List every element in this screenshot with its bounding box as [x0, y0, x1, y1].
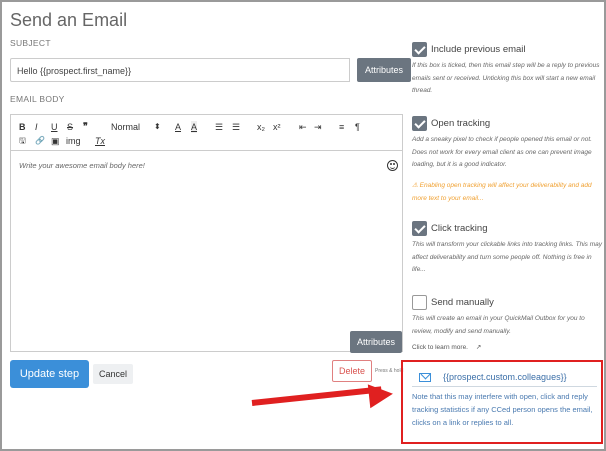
cc-divider — [412, 386, 597, 387]
open-tracking-checkbox[interactable] — [412, 116, 427, 131]
strike-button[interactable]: S — [67, 121, 73, 133]
font-color-icon[interactable]: A — [175, 121, 181, 133]
subject-label: SUBJECT — [10, 38, 51, 48]
update-step-button[interactable]: Update step — [10, 360, 89, 388]
cc-variable[interactable]: {{prospect.custom.colleagues}} — [443, 372, 567, 382]
indent-icon[interactable]: ⇥ — [314, 121, 322, 133]
editor-toolbar: B I U S ❞ Normal ⬍ A A ☰ ☰ x₂ x² ⇤ ⇥ ≡ ¶… — [11, 115, 402, 151]
italic-button[interactable]: I — [35, 121, 38, 133]
ordered-list-icon[interactable]: ☰ — [215, 121, 223, 133]
press-hold-hint: Press & hold — [375, 368, 404, 374]
include-previous-desc: If this box is ticked, then this email s… — [412, 62, 600, 94]
subject-attributes-button[interactable]: Attributes — [357, 58, 411, 82]
email-body-editor[interactable]: B I U S ❞ Normal ⬍ A A ☰ ☰ x₂ x² ⇤ ⇥ ≡ ¶… — [10, 114, 403, 353]
learn-more-link[interactable]: Click to learn more. ↗ — [412, 343, 481, 351]
bullet-list-icon[interactable]: ☰ — [232, 121, 240, 133]
send-manually-title: Send manually — [431, 297, 494, 308]
include-previous-checkbox[interactable] — [412, 42, 427, 57]
subject-row: Hello {{prospect.first_name}} Attributes — [10, 58, 411, 82]
email-step-editor: Send an Email SUBJECT Hello {{prospect.f… — [0, 0, 606, 451]
text-style-arrow-icon: ⬍ — [154, 122, 161, 131]
subject-input[interactable]: Hello {{prospect.first_name}} — [10, 58, 350, 82]
click-tracking-title: Click tracking — [431, 223, 488, 234]
blockquote-icon[interactable]: ❞ — [83, 120, 88, 132]
send-manually-desc: This will create an email in your QuickM… — [412, 315, 585, 335]
text-style-select[interactable]: Normal — [111, 121, 140, 133]
learn-more-text: Click to learn more. — [412, 344, 468, 351]
open-tracking-title: Open tracking — [431, 118, 491, 129]
annotation-arrow-shaft — [251, 386, 382, 406]
save-icon[interactable]: 🖫 — [19, 135, 26, 147]
click-tracking-checkbox[interactable] — [412, 221, 427, 236]
link-icon[interactable]: 🔗 — [35, 135, 45, 147]
include-previous-title: Include previous email — [431, 44, 526, 55]
editor-placeholder: Write your awesome email body here! — [19, 161, 145, 170]
open-tracking-desc: Add a sneaky pixel to check if people op… — [412, 136, 592, 168]
bold-button[interactable]: B — [19, 121, 26, 133]
clear-format-icon[interactable]: Tx — [95, 135, 105, 147]
page-title: Send an Email — [10, 10, 128, 30]
image-icon[interactable]: ▣ — [51, 135, 60, 147]
outdent-icon[interactable]: ⇤ — [299, 121, 307, 133]
emoji-icon[interactable] — [387, 160, 398, 171]
external-link-icon: ↗ — [475, 344, 482, 351]
delete-button[interactable]: Delete — [332, 360, 372, 382]
rtl-icon[interactable]: ¶ — [355, 121, 360, 133]
subscript-icon[interactable]: x₂ — [257, 121, 265, 133]
cancel-button[interactable]: Cancel — [93, 364, 133, 384]
align-icon[interactable]: ≡ — [339, 121, 344, 133]
cc-note: Note that this may interfere with open, … — [412, 392, 593, 427]
body-attributes-button[interactable]: Attributes — [350, 331, 402, 353]
mail-icon — [419, 373, 431, 382]
open-tracking-warning: ⚠ Enabling open tracking will affect you… — [412, 182, 592, 202]
click-tracking-desc: This will transform your clickable links… — [412, 241, 602, 273]
cc-highlight-box: {{prospect.custom.colleagues}} Note that… — [401, 360, 603, 444]
highlight-icon[interactable]: A — [191, 121, 198, 133]
send-manually-checkbox[interactable] — [412, 295, 427, 310]
annotation-arrow-head — [367, 381, 395, 409]
superscript-icon[interactable]: x² — [273, 121, 281, 133]
email-body-label: EMAIL BODY — [10, 94, 65, 104]
img-button[interactable]: img — [66, 135, 81, 147]
underline-button[interactable]: U — [51, 121, 58, 133]
